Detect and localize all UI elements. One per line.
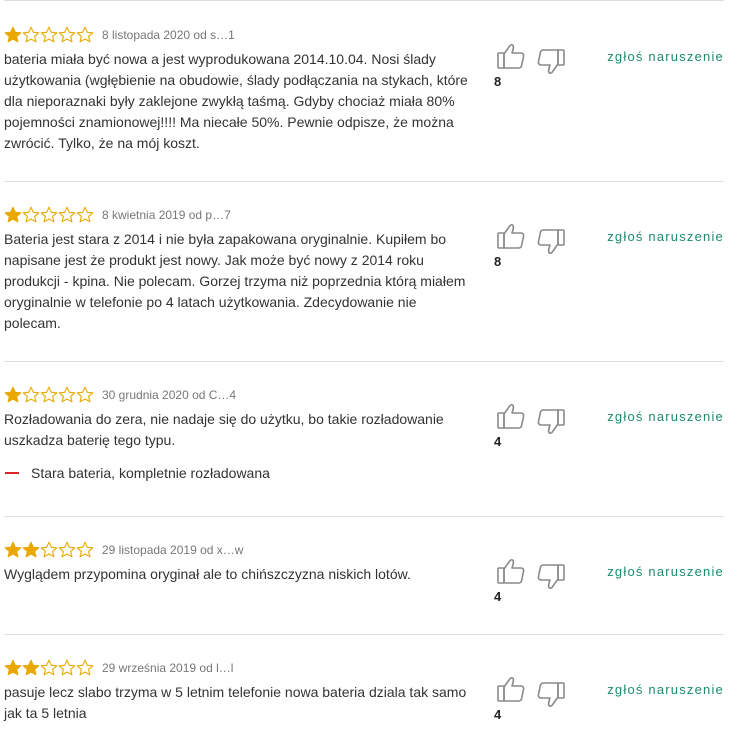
thumbs-up-icon[interactable] (496, 41, 526, 71)
star-filled-icon (4, 541, 22, 559)
star-outline-icon (22, 206, 40, 224)
star-outline-icon (76, 659, 94, 677)
review-item: 29 września 2019 od l…l pasuje lecz slab… (4, 658, 724, 747)
review-text: pasuje lecz slabo trzyma w 5 letnim tele… (4, 684, 467, 721)
star-filled-icon (4, 26, 22, 44)
review-content: 8 kwietnia 2019 od p…7 Bateria jest star… (4, 205, 474, 334)
divider (4, 0, 724, 1)
rating-stars (4, 659, 94, 677)
vote-count: 4 (494, 707, 502, 722)
review-meta: 8 kwietnia 2019 od p…7 (4, 205, 474, 225)
review-item: 8 listopada 2020 od s…1 bateria miała by… (4, 25, 724, 182)
star-outline-icon (40, 541, 58, 559)
review-date-author: 8 kwietnia 2019 od p…7 (102, 208, 231, 222)
star-filled-icon (4, 386, 22, 404)
star-filled-icon (22, 659, 40, 677)
vote-count: 4 (494, 589, 502, 604)
star-filled-icon (22, 541, 40, 559)
star-outline-icon (58, 206, 76, 224)
thumbs-up-icon[interactable] (496, 556, 526, 586)
thumbs-down-icon[interactable] (536, 562, 566, 592)
star-outline-icon (40, 26, 58, 44)
review-text: bateria miała być nowa a jest wyprodukow… (4, 51, 468, 151)
star-outline-icon (58, 541, 76, 559)
vote-area: 8 (494, 221, 574, 281)
thumbs-up-icon[interactable] (496, 401, 526, 431)
thumbs-down-icon[interactable] (536, 407, 566, 437)
review-text: Rozładowania do zera, nie nadaje się do … (4, 411, 444, 448)
review-date-author: 29 listopada 2019 od x…w (102, 543, 244, 557)
review-date-author: 30 grudnia 2020 od C…4 (102, 388, 237, 402)
report-abuse-link[interactable]: zgłoś naruszenie (607, 564, 724, 579)
report-abuse-link[interactable]: zgłoś naruszenie (607, 682, 724, 697)
star-filled-icon (4, 659, 22, 677)
star-outline-icon (40, 386, 58, 404)
star-filled-icon (4, 206, 22, 224)
review-content: 8 listopada 2020 od s…1 bateria miała by… (4, 25, 474, 154)
star-outline-icon (76, 386, 94, 404)
review-content: 29 września 2019 od l…l pasuje lecz slab… (4, 658, 474, 724)
vote-area: 8 (494, 41, 574, 101)
review-date-author: 29 września 2019 od l…l (102, 661, 234, 675)
thumbs-up-icon[interactable] (496, 674, 526, 704)
star-outline-icon (40, 206, 58, 224)
vote-count: 8 (494, 254, 502, 269)
rating-stars (4, 541, 94, 559)
star-outline-icon (76, 206, 94, 224)
review-date-author: 8 listopada 2020 od s…1 (102, 28, 235, 42)
vote-area: 4 (494, 401, 574, 461)
review-content: 29 listopada 2019 od x…w Wyglądem przypo… (4, 540, 474, 585)
review-meta: 29 listopada 2019 od x…w (4, 540, 474, 560)
star-outline-icon (22, 386, 40, 404)
vote-area: 4 (494, 556, 574, 616)
minus-icon (5, 472, 19, 474)
star-outline-icon (22, 26, 40, 44)
review-text: Wyglądem przypomina oryginał ale to chiń… (4, 566, 411, 582)
review-con: Stara bateria, kompletnie rozładowana (4, 465, 474, 481)
star-outline-icon (58, 659, 76, 677)
report-abuse-link[interactable]: zgłoś naruszenie (607, 409, 724, 424)
vote-count: 4 (494, 434, 502, 449)
review-text: Bateria jest stara z 2014 i nie była zap… (4, 231, 466, 331)
thumbs-up-icon[interactable] (496, 221, 526, 251)
reviews-list: 8 listopada 2020 od s…1 bateria miała by… (0, 0, 729, 747)
review-meta: 29 września 2019 od l…l (4, 658, 474, 678)
vote-area: 4 (494, 674, 574, 734)
review-item: 30 grudnia 2020 od C…4 Rozładowania do z… (4, 385, 724, 517)
star-outline-icon (76, 541, 94, 559)
thumbs-down-icon[interactable] (536, 227, 566, 257)
review-meta: 30 grudnia 2020 od C…4 (4, 385, 474, 405)
review-item: 8 kwietnia 2019 od p…7 Bateria jest star… (4, 205, 724, 362)
review-content: 30 grudnia 2020 od C…4 Rozładowania do z… (4, 385, 474, 481)
rating-stars (4, 386, 94, 404)
report-abuse-link[interactable]: zgłoś naruszenie (607, 49, 724, 64)
review-con-text: Stara bateria, kompletnie rozładowana (31, 465, 270, 481)
star-outline-icon (76, 26, 94, 44)
report-abuse-link[interactable]: zgłoś naruszenie (607, 229, 724, 244)
rating-stars (4, 206, 94, 224)
star-outline-icon (58, 386, 76, 404)
thumbs-down-icon[interactable] (536, 680, 566, 710)
star-outline-icon (40, 659, 58, 677)
vote-count: 8 (494, 74, 502, 89)
star-outline-icon (58, 26, 76, 44)
thumbs-down-icon[interactable] (536, 47, 566, 77)
review-meta: 8 listopada 2020 od s…1 (4, 25, 474, 45)
review-item: 29 listopada 2019 od x…w Wyglądem przypo… (4, 540, 724, 635)
rating-stars (4, 26, 94, 44)
